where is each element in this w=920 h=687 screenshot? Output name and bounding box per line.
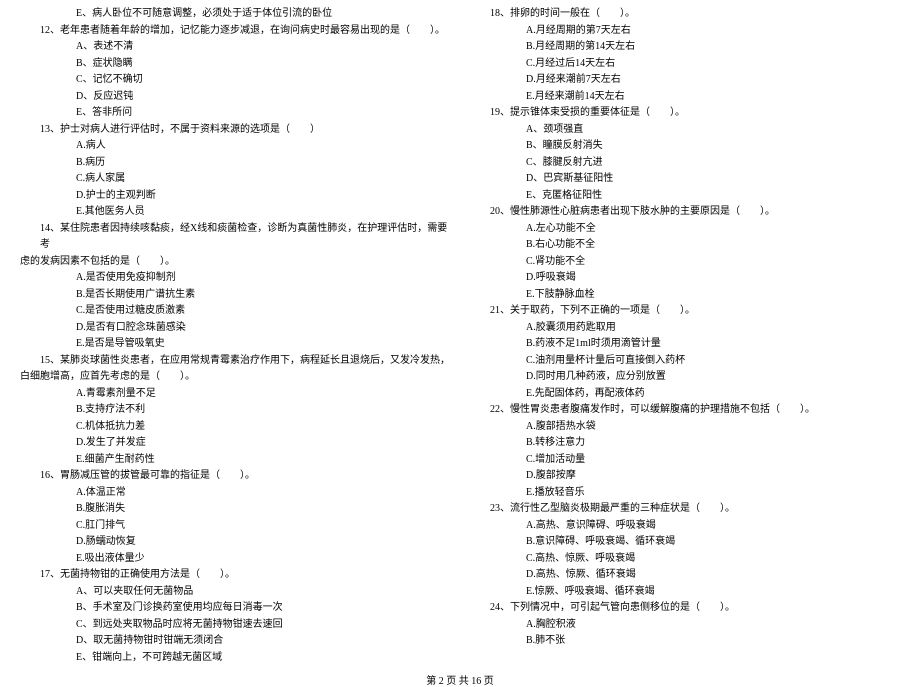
answer-option: E.月经来潮前14天左右 — [470, 89, 900, 106]
answer-option: C.高热、惊厥、呼吸衰竭 — [470, 551, 900, 568]
answer-option: D.肠蠕动恢复 — [20, 534, 450, 551]
answer-option: E.是否是导管吸氧史 — [20, 336, 450, 353]
answer-option: B.月经周期的第14天左右 — [470, 39, 900, 56]
right-column: 18、排卵的时间一般在（ ）。A.月经周期的第7天左右B.月经周期的第14天左右… — [470, 6, 900, 666]
answer-option: E.其他医务人员 — [20, 204, 450, 221]
answer-option: C、膝腱反射亢进 — [470, 155, 900, 172]
left-column: E、病人卧位不可随意调整，必须处于适于体位引流的卧位12、老年患者随着年龄的增加… — [20, 6, 450, 666]
answer-option: D.护士的主观判断 — [20, 188, 450, 205]
question-text: 15、某肺炎球菌性炎患者，在应用常规青霉素治疗作用下，病程延长且退烧后，又发冷发… — [20, 353, 450, 370]
question-text: 14、某住院患者因持续咳黏痰，经X线和痰菌检查，诊断为真菌性肺炎，在护理评估时，… — [20, 221, 450, 254]
answer-option: A.病人 — [20, 138, 450, 155]
answer-option: B.意识障碍、呼吸衰竭、循环衰竭 — [470, 534, 900, 551]
answer-option: C.机体抵抗力差 — [20, 419, 450, 436]
answer-option: B.药液不足1ml时须用滴管计量 — [470, 336, 900, 353]
answer-option: D.腹部按摩 — [470, 468, 900, 485]
answer-option: D、巴宾斯基征阳性 — [470, 171, 900, 188]
answer-option: C、到远处夹取物品时应将无菌持物钳速去速回 — [20, 617, 450, 634]
answer-option: E.细菌产生耐药性 — [20, 452, 450, 469]
page-content: E、病人卧位不可随意调整，必须处于适于体位引流的卧位12、老年患者随着年龄的增加… — [0, 0, 920, 666]
question-text: 24、下列情况中，可引起气管向患侧移位的是（ ）。 — [470, 600, 900, 617]
page-footer: 第 2 页 共 16 页 — [0, 672, 920, 687]
answer-option: B.支持疗法不利 — [20, 402, 450, 419]
question-continuation: 白细胞增高，应首先考虑的是（ ）。 — [20, 369, 450, 386]
answer-option: C.病人家属 — [20, 171, 450, 188]
answer-option: A.高热、意识障碍、呼吸衰竭 — [470, 518, 900, 535]
answer-option: A.体温正常 — [20, 485, 450, 502]
answer-option: C.增加活动量 — [470, 452, 900, 469]
answer-option: D.是否有口腔念珠菌感染 — [20, 320, 450, 337]
answer-option: E、克匿格征阳性 — [470, 188, 900, 205]
question-continuation: 虑的发病因素不包括的是（ ）。 — [20, 254, 450, 271]
question-text: 20、慢性肺源性心脏病患者出现下肢水肿的主要原因是（ ）。 — [470, 204, 900, 221]
answer-option: D.高热、惊厥、循环衰竭 — [470, 567, 900, 584]
question-text: 17、无菌持物钳的正确使用方法是（ ）。 — [20, 567, 450, 584]
answer-option: B.腹胀消失 — [20, 501, 450, 518]
question-text: 13、护士对病人进行评估时，不属于资料来源的选项是（ ） — [20, 122, 450, 139]
question-text: 19、提示锥体束受损的重要体征是（ ）。 — [470, 105, 900, 122]
answer-option: B.是否长期使用广谱抗生素 — [20, 287, 450, 304]
answer-option: C.肾功能不全 — [470, 254, 900, 271]
answer-option: B、手术室及门诊换药室使用均应每日消毒一次 — [20, 600, 450, 617]
answer-option: E、答非所问 — [20, 105, 450, 122]
question-text: 22、慢性胃炎患者腹痛发作时，可以缓解腹痛的护理措施不包括（ ）。 — [470, 402, 900, 419]
answer-option: B、症状隐瞒 — [20, 56, 450, 73]
answer-option: D.月经来潮前7天左右 — [470, 72, 900, 89]
answer-option: A.胸腔积液 — [470, 617, 900, 634]
answer-option: D、取无菌持物钳时钳端无须闭合 — [20, 633, 450, 650]
answer-option: D.发生了并发症 — [20, 435, 450, 452]
answer-option: E.惊厥、呼吸衰竭、循环衰竭 — [470, 584, 900, 601]
answer-option: B.肺不张 — [470, 633, 900, 650]
answer-option: A、表述不清 — [20, 39, 450, 56]
question-text: 23、流行性乙型脑炎极期最严重的三种症状是（ ）。 — [470, 501, 900, 518]
answer-option: B.右心功能不全 — [470, 237, 900, 254]
answer-option: E、钳端向上，不可跨越无菌区域 — [20, 650, 450, 667]
answer-option: E、病人卧位不可随意调整，必须处于适于体位引流的卧位 — [20, 6, 450, 23]
answer-option: A.月经周期的第7天左右 — [470, 23, 900, 40]
answer-option: C.是否使用过糖皮质激素 — [20, 303, 450, 320]
answer-option: A.左心功能不全 — [470, 221, 900, 238]
answer-option: C、记忆不确切 — [20, 72, 450, 89]
answer-option: E.播放轻音乐 — [470, 485, 900, 502]
answer-option: C.肛门排气 — [20, 518, 450, 535]
answer-option: E.下肢静脉血栓 — [470, 287, 900, 304]
answer-option: E.吸出液体量少 — [20, 551, 450, 568]
answer-option: D、反应迟钝 — [20, 89, 450, 106]
question-text: 21、关于取药，下列不正确的一项是（ ）。 — [470, 303, 900, 320]
question-text: 16、胃肠减压管的拔管最可靠的指征是（ ）。 — [20, 468, 450, 485]
answer-option: A.是否使用免疫抑制剂 — [20, 270, 450, 287]
answer-option: E.先配固体药，再配液体药 — [470, 386, 900, 403]
answer-option: C.月经过后14天左右 — [470, 56, 900, 73]
answer-option: C.油剂用量杯计量后可直接倒入药杯 — [470, 353, 900, 370]
answer-option: B.病历 — [20, 155, 450, 172]
answer-option: D.呼吸衰竭 — [470, 270, 900, 287]
answer-option: B、瞳膜反射消失 — [470, 138, 900, 155]
answer-option: A.青霉素剂量不足 — [20, 386, 450, 403]
answer-option: D.同时用几种药液，应分别放置 — [470, 369, 900, 386]
answer-option: A、可以夹取任何无菌物品 — [20, 584, 450, 601]
question-text: 12、老年患者随着年龄的增加，记忆能力逐步减退，在询问病史时最容易出现的是（ ）… — [20, 23, 450, 40]
question-text: 18、排卵的时间一般在（ ）。 — [470, 6, 900, 23]
answer-option: B.转移注意力 — [470, 435, 900, 452]
answer-option: A.腹部捂热水袋 — [470, 419, 900, 436]
answer-option: A、颈项强直 — [470, 122, 900, 139]
answer-option: A.胶囊须用药匙取用 — [470, 320, 900, 337]
